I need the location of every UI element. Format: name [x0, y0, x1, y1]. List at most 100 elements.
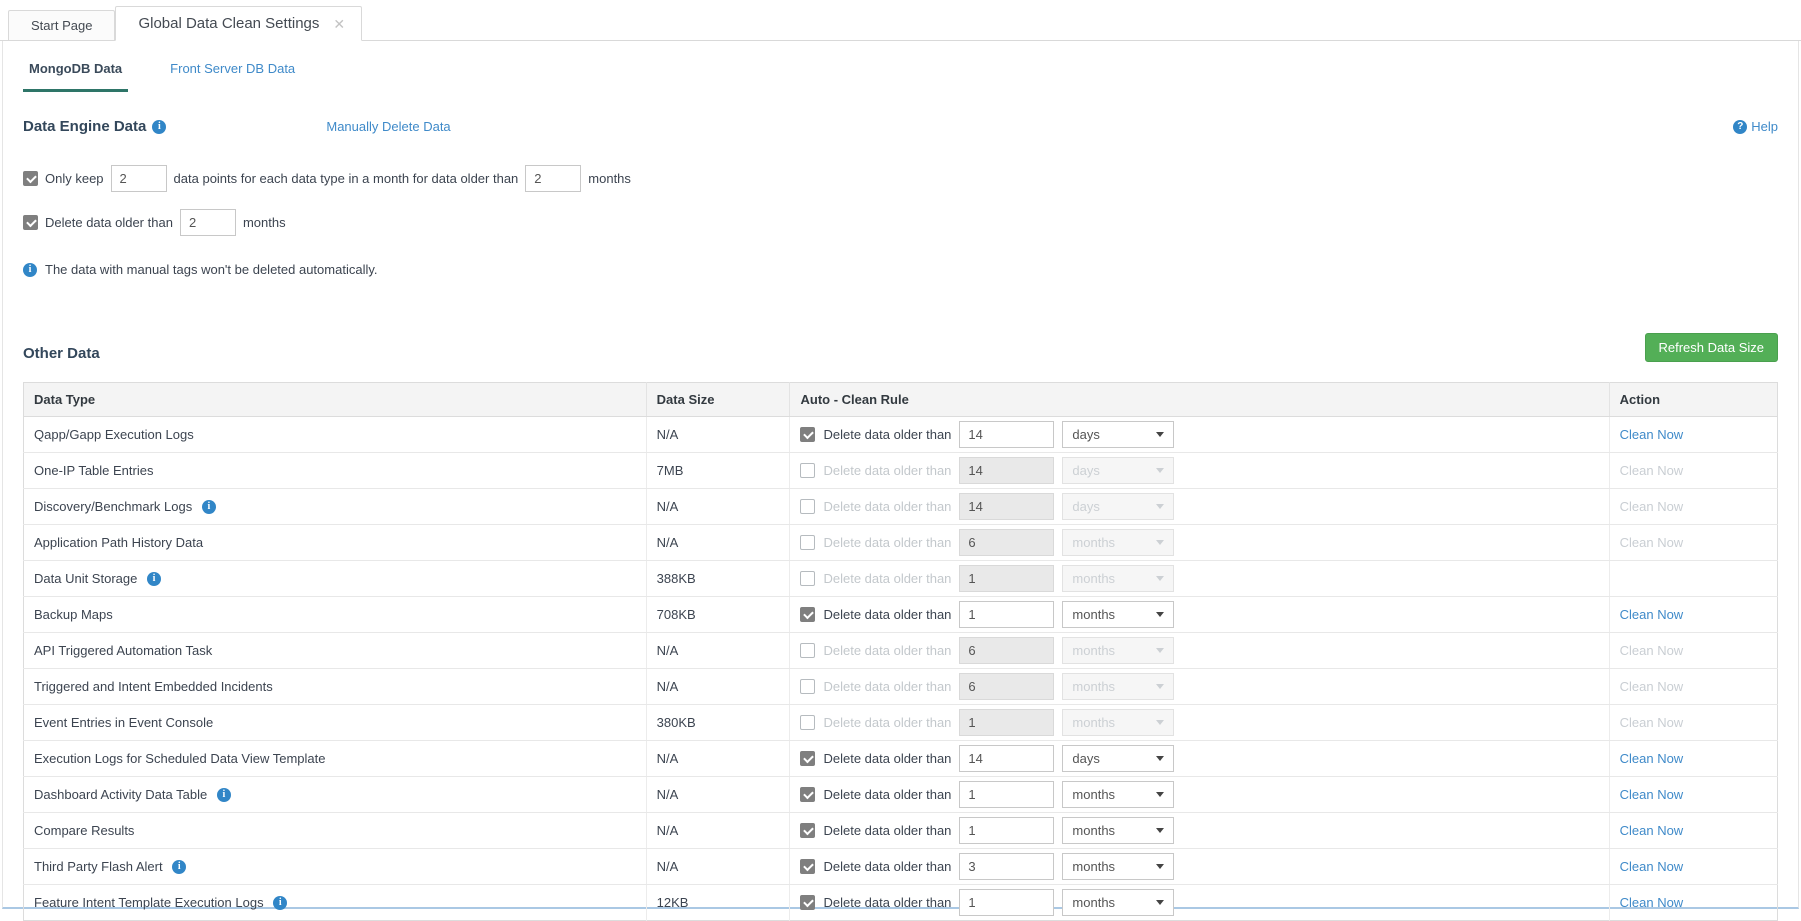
retention-value-input[interactable]	[959, 745, 1054, 772]
delete-older-checkbox[interactable]	[23, 215, 38, 230]
chevron-down-icon	[1156, 432, 1164, 437]
auto-clean-checkbox[interactable]	[800, 859, 815, 874]
unit-select[interactable]: days	[1062, 421, 1174, 448]
clean-now-link[interactable]: Clean Now	[1620, 787, 1684, 802]
retention-value-input[interactable]	[959, 421, 1054, 448]
clean-now-link[interactable]: Clean Now	[1620, 427, 1684, 442]
clean-now-link[interactable]: Clean Now	[1620, 751, 1684, 766]
manually-delete-data-link[interactable]: Manually Delete Data	[326, 119, 450, 134]
retention-value-input[interactable]	[959, 817, 1054, 844]
auto-clean-checkbox[interactable]	[800, 643, 815, 658]
unit-select[interactable]: days	[1062, 493, 1174, 520]
clean-now-link[interactable]: Clean Now	[1620, 535, 1684, 550]
unit-select-value: months	[1072, 571, 1115, 586]
info-icon[interactable]: i	[202, 500, 216, 514]
auto-clean-checkbox[interactable]	[800, 571, 815, 586]
clean-now-link[interactable]: Clean Now	[1620, 715, 1684, 730]
clean-now-link[interactable]: Clean Now	[1620, 859, 1684, 874]
auto-clean-checkbox[interactable]	[800, 679, 815, 694]
data-type-label: Backup Maps	[34, 607, 113, 622]
data-size-value: N/A	[657, 679, 679, 694]
auto-clean-checkbox[interactable]	[800, 715, 815, 730]
only-keep-middle-label: data points for each data type in a mont…	[174, 171, 519, 186]
header-action: Action	[1609, 383, 1777, 417]
tab-start-page-label: Start Page	[31, 18, 92, 33]
data-type-label: Execution Logs for Scheduled Data View T…	[34, 751, 325, 766]
retention-value-input[interactable]	[959, 673, 1054, 700]
unit-select-value: months	[1072, 823, 1115, 838]
keep-points-input[interactable]	[111, 165, 167, 192]
retention-value-input[interactable]	[959, 637, 1054, 664]
delete-older-label: Delete data older than	[823, 751, 951, 766]
unit-select[interactable]: months	[1062, 853, 1174, 880]
help-link[interactable]: ? Help	[1733, 119, 1778, 134]
data-type-label: Event Entries in Event Console	[34, 715, 213, 730]
auto-clean-checkbox[interactable]	[800, 607, 815, 622]
clean-now-link[interactable]: Clean Now	[1620, 499, 1684, 514]
clean-now-link[interactable]: Clean Now	[1620, 823, 1684, 838]
data-size-value: N/A	[657, 787, 679, 802]
only-keep-checkbox[interactable]	[23, 171, 38, 186]
data-size-value: N/A	[657, 535, 679, 550]
unit-select[interactable]: months	[1062, 781, 1174, 808]
subtab-front-server-db-data[interactable]: Front Server DB Data	[164, 61, 301, 92]
auto-clean-checkbox[interactable]	[800, 751, 815, 766]
clean-now-link[interactable]: Clean Now	[1620, 895, 1684, 910]
retention-value-input[interactable]	[959, 781, 1054, 808]
table-row: Execution Logs for Scheduled Data View T…	[24, 741, 1778, 777]
data-size-value: 708KB	[657, 607, 696, 622]
unit-select[interactable]: months	[1062, 709, 1174, 736]
unit-select[interactable]: days	[1062, 457, 1174, 484]
retention-value-input[interactable]	[959, 853, 1054, 880]
delete-older-months-input[interactable]	[180, 209, 236, 236]
auto-clean-checkbox[interactable]	[800, 535, 815, 550]
tab-start-page[interactable]: Start Page	[8, 10, 115, 40]
unit-select[interactable]: days	[1062, 745, 1174, 772]
clean-now-link[interactable]: Clean Now	[1620, 679, 1684, 694]
chevron-down-icon	[1156, 576, 1164, 581]
retention-value-input[interactable]	[959, 601, 1054, 628]
info-icon[interactable]: i	[273, 896, 287, 910]
data-size-value: N/A	[657, 643, 679, 658]
older-than-months-input[interactable]	[525, 165, 581, 192]
tab-global-data-clean-settings[interactable]: Global Data Clean Settings ✕	[115, 6, 362, 41]
retention-value-input[interactable]	[959, 493, 1054, 520]
data-size-value: 388KB	[657, 571, 696, 586]
unit-select[interactable]: months	[1062, 673, 1174, 700]
question-icon: ?	[1733, 120, 1747, 134]
retention-value-input[interactable]	[959, 529, 1054, 556]
chevron-down-icon	[1156, 468, 1164, 473]
info-icon[interactable]: i	[172, 860, 186, 874]
table-row: Discovery/Benchmark Logs i N/A Delete da…	[24, 489, 1778, 525]
info-icon[interactable]: i	[147, 572, 161, 586]
note-info-icon: i	[23, 263, 37, 277]
data-type-label: One-IP Table Entries	[34, 463, 153, 478]
refresh-data-size-button[interactable]: Refresh Data Size	[1645, 333, 1779, 362]
clean-now-link[interactable]: Clean Now	[1620, 607, 1684, 622]
chevron-down-icon	[1156, 540, 1164, 545]
auto-clean-checkbox[interactable]	[800, 499, 815, 514]
auto-clean-checkbox[interactable]	[800, 895, 815, 910]
clean-now-link[interactable]: Clean Now	[1620, 643, 1684, 658]
clean-now-link[interactable]: Clean Now	[1620, 463, 1684, 478]
other-data-table: Data Type Data Size Auto - Clean Rule Ac…	[23, 382, 1778, 921]
unit-select[interactable]: months	[1062, 565, 1174, 592]
retention-value-input[interactable]	[959, 457, 1054, 484]
info-icon[interactable]: i	[152, 120, 166, 134]
retention-value-input[interactable]	[959, 709, 1054, 736]
unit-select[interactable]: months	[1062, 817, 1174, 844]
close-icon[interactable]: ✕	[333, 17, 345, 31]
auto-clean-checkbox[interactable]	[800, 823, 815, 838]
retention-value-input[interactable]	[959, 565, 1054, 592]
unit-select[interactable]: months	[1062, 529, 1174, 556]
subtab-mongodb-data[interactable]: MongoDB Data	[23, 61, 128, 92]
table-row: Triggered and Intent Embedded Incidents …	[24, 669, 1778, 705]
auto-clean-checkbox[interactable]	[800, 787, 815, 802]
auto-clean-checkbox[interactable]	[800, 463, 815, 478]
auto-clean-checkbox[interactable]	[800, 427, 815, 442]
info-icon[interactable]: i	[217, 788, 231, 802]
data-size-value: N/A	[657, 823, 679, 838]
data-engine-title: Data Engine Data	[23, 118, 146, 135]
unit-select[interactable]: months	[1062, 637, 1174, 664]
unit-select[interactable]: months	[1062, 601, 1174, 628]
